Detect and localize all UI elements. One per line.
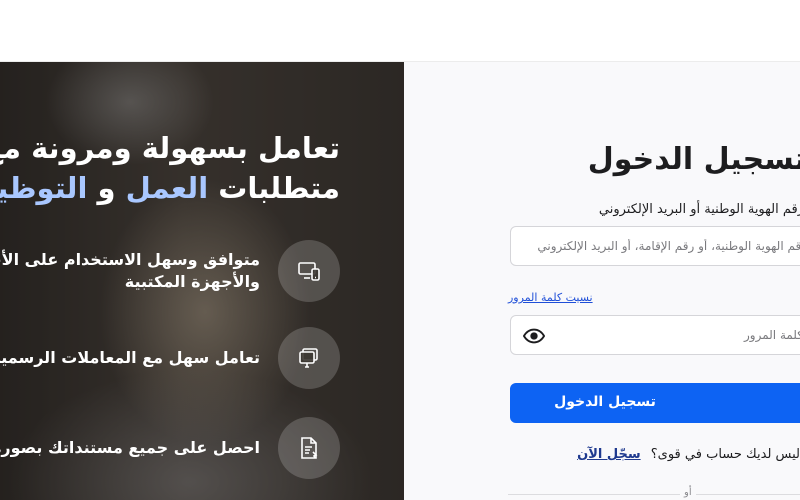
id-input-wrapper (510, 226, 800, 266)
feature-text-documents: احصل على جميع مستنداتك بصورة رقمية (0, 437, 260, 459)
register-link[interactable]: سجّل الآن (577, 447, 641, 462)
or-divider (508, 494, 800, 495)
monitor-icon (278, 327, 340, 389)
hero-title-accent: العمل (125, 171, 209, 205)
or-label: أو (680, 487, 696, 498)
top-header (0, 0, 800, 62)
forgot-password-link[interactable]: نسيت كلمة المرور (508, 291, 593, 304)
feature-text-devices: متوافق وسهل الاستخدام على الأجهزة الذكية… (0, 249, 260, 293)
devices-icon (278, 240, 340, 302)
feature-text-transactions: تعامل سهل مع المعاملات الرسمية (0, 347, 260, 369)
id-input[interactable] (511, 227, 800, 265)
login-panel: تسجيل الدخول رقم الهوية الوطنية أو البري… (404, 62, 800, 500)
hero-title-text2: و (87, 171, 126, 205)
feature-item-documents: احصل على جميع مستنداتك بصورة رقمية (0, 417, 340, 479)
hero-title-text: متطلبات (208, 171, 340, 205)
feature-line: احصل على جميع مستنداتك بصورة رقمية (0, 438, 260, 457)
hero-title-line2: متطلبات العمل و التوظيف (0, 168, 340, 208)
feature-line: تعامل سهل مع المعاملات الرسمية (0, 348, 260, 367)
hero-title-line1: تعامل بسهولة ومرونة مع (0, 131, 340, 165)
show-password-icon[interactable] (523, 326, 545, 346)
password-input-wrapper (510, 315, 800, 355)
id-field-label: رقم الهوية الوطنية أو البريد الإلكتروني (598, 202, 800, 217)
login-title: تسجيل الدخول (587, 142, 800, 177)
login-button[interactable]: تسجيل الدخول (510, 383, 800, 423)
feature-item-devices: متوافق وسهل الاستخدام على الأجهزة الذكية… (0, 240, 340, 302)
feature-item-transactions: تعامل سهل مع المعاملات الرسمية (0, 327, 340, 389)
login-button-label: تسجيل الدخول (554, 394, 656, 410)
feature-line: والأجهزة المكتبية (124, 272, 260, 291)
document-icon (278, 417, 340, 479)
no-account-text: ليس لديك حساب في قوى؟ (650, 447, 800, 462)
feature-line: متوافق وسهل الاستخدام على الأجهزة الذكية (0, 250, 260, 269)
hero-title: تعامل بسهولة ومرونة مع متطلبات العمل و ا… (0, 128, 340, 208)
hero-panel: تعامل بسهولة ومرونة مع متطلبات العمل و ا… (0, 62, 404, 500)
hero-title-accent2: التوظيف (0, 171, 88, 205)
password-input[interactable] (555, 316, 800, 354)
register-prompt: ليس لديك حساب في قوى؟ سجّل الآن (577, 447, 800, 462)
